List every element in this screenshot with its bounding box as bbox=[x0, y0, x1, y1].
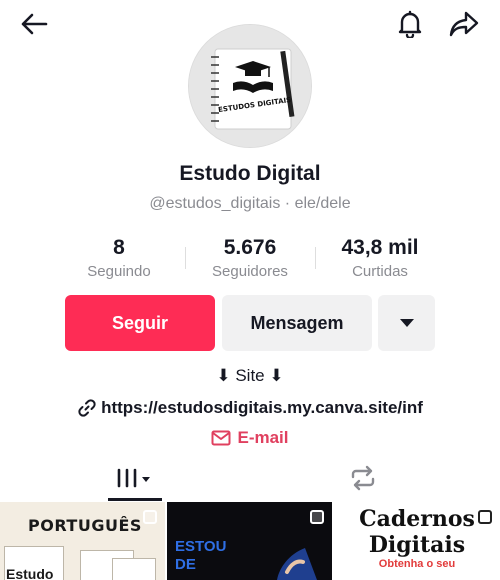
tab-videos[interactable] bbox=[100, 456, 166, 500]
bio-link-text: https://estudosdigitais.my.canva.site/in… bbox=[101, 398, 423, 417]
video-thumbnail[interactable]: PORTUGUÊS Estudo bbox=[0, 502, 165, 580]
pinned-icon bbox=[478, 510, 492, 524]
email-label: E-mail bbox=[237, 428, 289, 447]
thumbnail-title: ESTOU DE bbox=[175, 538, 227, 573]
tab-reposts[interactable] bbox=[330, 456, 396, 500]
pinned-icon bbox=[310, 510, 324, 524]
display-name: Estudo Digital bbox=[179, 162, 321, 185]
video-thumbnail[interactable]: ESTOU DE bbox=[167, 502, 332, 580]
follow-button[interactable]: Seguir bbox=[65, 295, 215, 351]
back-button[interactable] bbox=[14, 6, 54, 42]
notifications-button[interactable] bbox=[392, 6, 428, 42]
thumbnail-subtitle: Obtenha o seu bbox=[378, 558, 456, 570]
thumbnail-title: PORTUGUÊS bbox=[28, 516, 142, 535]
video-thumbnail[interactable]: Cadernos Digitais Obtenha o seu bbox=[334, 502, 500, 580]
stat-followers[interactable]: 5.676 Seguidores bbox=[185, 235, 315, 282]
caret-down-icon bbox=[399, 319, 414, 327]
thumbnail-subtitle: Estudo bbox=[6, 566, 54, 580]
profile-stats: 8 Seguindo 5.676 Seguidores 43,8 mil Cur… bbox=[0, 235, 500, 285]
active-tab-indicator bbox=[108, 498, 162, 501]
bell-icon bbox=[398, 10, 422, 38]
worksheet-image bbox=[112, 558, 156, 580]
pinned-icon bbox=[143, 510, 157, 524]
following-count: 8 bbox=[113, 236, 125, 259]
link-icon bbox=[78, 399, 96, 417]
share-button[interactable] bbox=[444, 6, 484, 42]
suggested-accounts-button[interactable] bbox=[378, 295, 435, 351]
bio-text: ⬇ Site ⬇ bbox=[216, 366, 284, 385]
arrow-left-icon bbox=[21, 13, 48, 35]
bio-link[interactable]: https://estudosdigitais.my.canva.site/in… bbox=[0, 398, 500, 418]
stat-following[interactable]: 8 Seguindo bbox=[54, 235, 184, 282]
followers-count: 5.676 bbox=[223, 236, 277, 259]
followers-label: Seguidores bbox=[212, 263, 288, 280]
thumbnail-title: Cadernos Digitais bbox=[359, 506, 475, 558]
mail-icon bbox=[211, 430, 231, 446]
video-grid: PORTUGUÊS Estudo ESTOU DE Cadernos Digit… bbox=[0, 502, 500, 580]
message-button[interactable]: Mensagem bbox=[222, 295, 372, 351]
email-button[interactable]: E-mail bbox=[0, 428, 500, 448]
videos-grid-icon bbox=[117, 468, 150, 488]
avatar[interactable]: ESTUDOS DIGITAIS bbox=[188, 24, 312, 148]
username-handle: @estudos_digitais · ele/dele bbox=[149, 195, 351, 212]
following-label: Seguindo bbox=[87, 263, 151, 280]
notebook-logo-image: ESTUDOS DIGITAIS bbox=[189, 25, 311, 147]
stat-likes: 43,8 mil Curtidas bbox=[315, 235, 445, 282]
share-arrow-icon bbox=[449, 11, 479, 37]
likes-label: Curtidas bbox=[352, 263, 408, 280]
content-tabs bbox=[0, 456, 500, 502]
repost-icon bbox=[351, 465, 375, 491]
likes-count: 43,8 mil bbox=[341, 236, 419, 259]
